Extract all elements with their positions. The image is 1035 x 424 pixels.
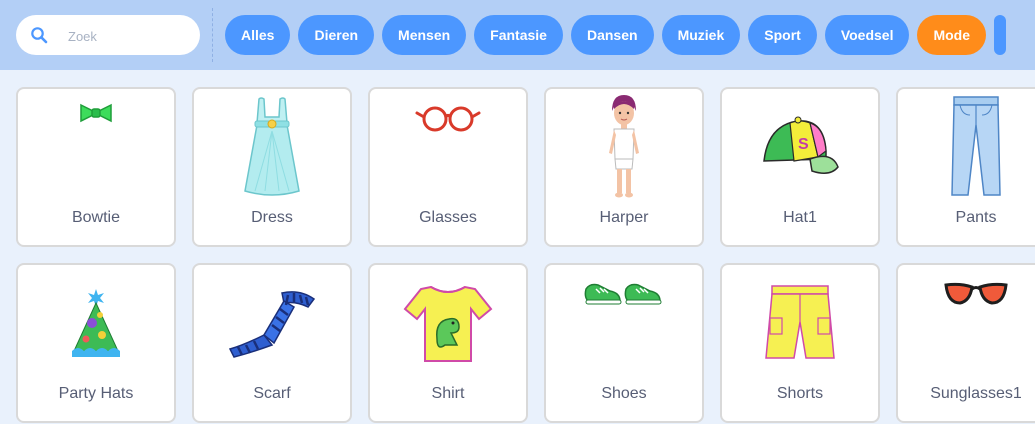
costume-name: Harper: [599, 209, 649, 226]
category-list: Alles Dieren Mensen Fantasie Dansen Muzi…: [225, 15, 1007, 55]
costume-tile-pants[interactable]: Pants: [896, 87, 1035, 247]
costume-tile-shirt[interactable]: Shirt: [368, 263, 528, 423]
costume-tile-party-hats[interactable]: Party Hats: [16, 263, 176, 423]
bowtie-icon: [80, 103, 112, 123]
costume-tile-dress[interactable]: Dress: [192, 87, 352, 247]
costume-name: Shorts: [776, 385, 824, 402]
shorts-icon: [765, 285, 835, 359]
costume-name: Dress: [251, 209, 293, 226]
category-alles[interactable]: Alles: [225, 15, 291, 55]
costume-name: Party Hats: [58, 385, 134, 402]
costume-name: Hat1: [783, 209, 817, 226]
costume-tile-scarf[interactable]: Scarf: [192, 263, 352, 423]
category-toolbar: Alles Dieren Mensen Fantasie Dansen Muzi…: [0, 0, 1035, 70]
category-dieren[interactable]: Dieren: [298, 15, 375, 55]
costume-name: Scarf: [253, 385, 291, 402]
costume-tile-shoes[interactable]: Shoes: [544, 263, 704, 423]
dress-icon: [244, 97, 300, 196]
costume-tile-harper[interactable]: Harper: [544, 87, 704, 247]
svg-text:S: S: [798, 136, 809, 153]
scarf-icon: [228, 291, 316, 358]
costume-tile-sunglasses1[interactable]: Sunglasses1: [896, 263, 1035, 423]
glasses-icon: [415, 106, 481, 132]
costume-name: Bowtie: [71, 209, 121, 226]
search-box[interactable]: [16, 15, 200, 55]
category-voedsel[interactable]: Voedsel: [824, 15, 910, 55]
category-more[interactable]: [994, 15, 1007, 55]
harper-icon: [609, 95, 639, 198]
category-sport[interactable]: Sport: [748, 15, 817, 55]
costume-name: Shoes: [601, 385, 647, 402]
costume-name: Sunglasses1: [930, 385, 1022, 402]
costume-name: Pants: [955, 209, 997, 226]
costume-name: Glasses: [419, 209, 477, 226]
costume-tile-bowtie[interactable]: Bowtie: [16, 87, 176, 247]
costume-tile-glasses[interactable]: Glasses: [368, 87, 528, 247]
category-fantasie[interactable]: Fantasie: [474, 15, 563, 55]
toolbar-divider: [212, 8, 213, 62]
costume-name: Shirt: [431, 385, 465, 402]
shirt-icon: [403, 285, 493, 362]
category-muziek[interactable]: Muziek: [661, 15, 741, 55]
category-mensen[interactable]: Mensen: [382, 15, 467, 55]
search-icon: [31, 27, 48, 44]
costume-tile-shorts[interactable]: Shorts: [720, 263, 880, 423]
sunglasses-icon: [944, 282, 1008, 305]
category-mode[interactable]: Mode: [917, 15, 987, 55]
pants-icon: [951, 96, 1001, 196]
shoes-icon: [584, 283, 662, 305]
costume-grid: Bowtie Dress Glasses Harper S Hat1 Pants…: [16, 87, 1035, 423]
category-dansen[interactable]: Dansen: [570, 15, 654, 55]
search-input[interactable]: [66, 25, 190, 47]
party-hat-icon: [72, 289, 120, 357]
costume-tile-hat1[interactable]: S Hat1: [720, 87, 880, 247]
cap-icon: S: [763, 116, 839, 174]
